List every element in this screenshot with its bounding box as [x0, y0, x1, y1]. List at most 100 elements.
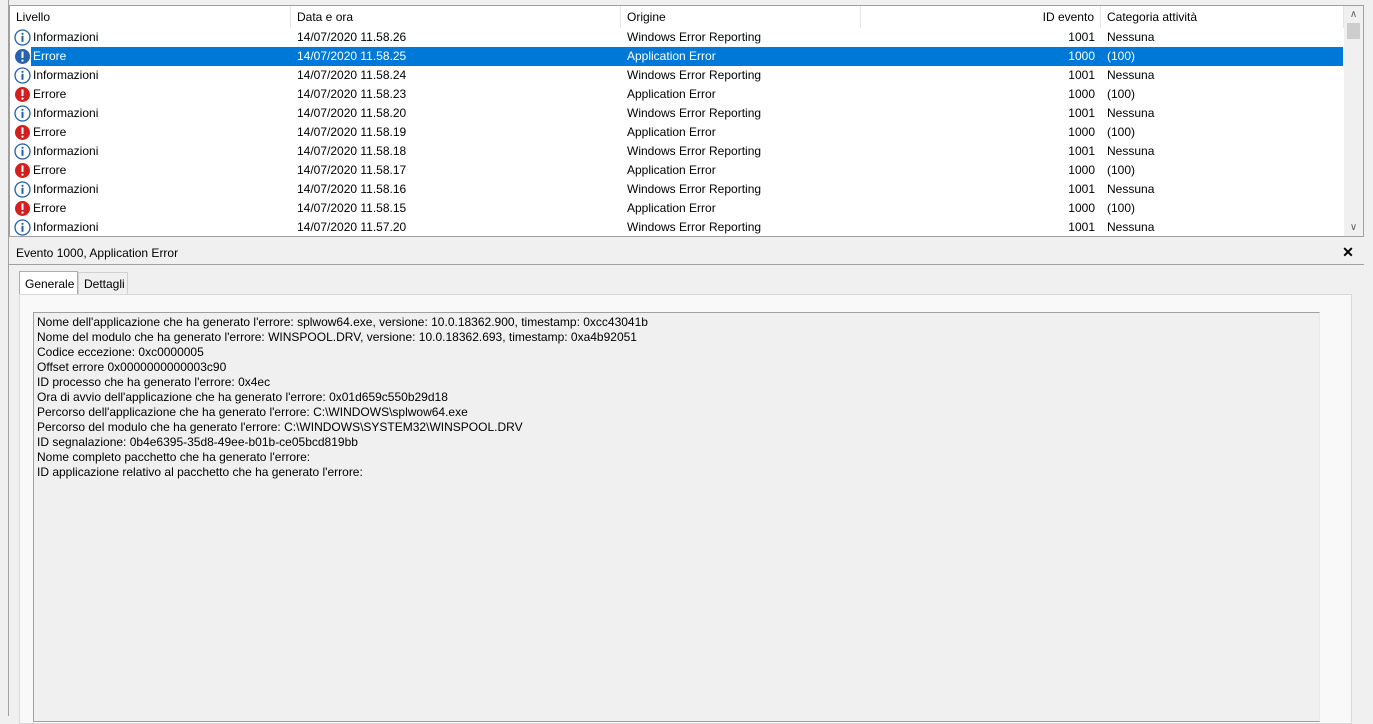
table-row[interactable]: Errore 14/07/2020 11.58.17 Application Err…	[10, 161, 1344, 180]
cell-event-id: 1001	[1068, 68, 1095, 82]
cell-level: Errore	[33, 125, 67, 139]
cell-source: Windows Error Reporting	[627, 182, 762, 196]
cell-category: Nessuna	[1107, 144, 1155, 158]
cell-category: (100)	[1107, 201, 1136, 215]
description-line: ID processo che ha generato l'errore: 0x…	[37, 375, 271, 389]
cell-category: Nessuna	[1107, 220, 1155, 234]
column-header-event-id[interactable]: ID evento	[861, 6, 1101, 28]
cell-source: Application Error	[627, 163, 716, 177]
cell-category: (100)	[1107, 49, 1136, 63]
column-header-datetime[interactable]: Data e ora	[291, 6, 621, 28]
info-icon	[14, 29, 31, 46]
cell-category: Nessuna	[1107, 68, 1155, 82]
info-icon	[14, 219, 31, 236]
cell-category: Nessuna	[1107, 30, 1155, 44]
column-header-source[interactable]: Origine	[621, 6, 861, 28]
table-row[interactable]: Errore 14/07/2020 11.58.25 Application Err…	[10, 47, 1344, 66]
cell-datetime: 14/07/2020 11.58.20	[297, 106, 407, 120]
cell-event-id: 1000	[1068, 201, 1095, 215]
cell-category: (100)	[1107, 163, 1136, 177]
cell-source: Windows Error Reporting	[627, 68, 762, 82]
cell-source: Windows Error Reporting	[627, 220, 762, 234]
error-icon	[14, 162, 31, 179]
cell-datetime: 14/07/2020 11.58.26	[297, 30, 407, 44]
cell-datetime: 14/07/2020 11.58.17	[297, 163, 407, 177]
detail-header: Evento 1000, Application Error ✕	[9, 241, 1364, 265]
cell-level: Errore	[33, 49, 67, 63]
tab-details[interactable]: Dettagli	[78, 272, 128, 294]
table-row[interactable]: Errore 14/07/2020 11.58.15 Application Err…	[10, 199, 1344, 218]
table-row[interactable]: Informazioni 14/07/2020 11.57.20 Windows E…	[10, 218, 1344, 236]
error-icon	[14, 200, 31, 217]
cell-datetime: 14/07/2020 11.58.25	[297, 49, 407, 63]
cell-event-id: 1001	[1068, 106, 1095, 120]
column-header-category[interactable]: Categoria attività	[1101, 6, 1344, 28]
info-icon	[14, 143, 31, 160]
column-header-level[interactable]: Livello	[10, 6, 291, 28]
info-icon	[14, 105, 31, 122]
cell-datetime: 14/07/2020 11.58.23	[297, 87, 407, 101]
table-row[interactable]: Informazioni 14/07/2020 11.58.20 Windows E…	[10, 104, 1344, 123]
cell-datetime: 14/07/2020 11.58.24	[297, 68, 407, 82]
description-line: Nome dell'applicazione che ha generato l…	[37, 315, 648, 329]
cell-source: Windows Error Reporting	[627, 106, 762, 120]
cell-event-id: 1000	[1068, 125, 1095, 139]
cell-source: Windows Error Reporting	[627, 144, 762, 158]
cell-datetime: 14/07/2020 11.58.16	[297, 182, 407, 196]
table-row[interactable]: Informazioni 14/07/2020 11.58.16 Windows E…	[10, 180, 1344, 199]
event-description[interactable]: Nome dell'applicazione che ha generato l…	[33, 312, 1320, 722]
close-icon[interactable]: ✕	[1340, 243, 1356, 261]
cell-source: Application Error	[627, 87, 716, 101]
cell-category: (100)	[1107, 87, 1136, 101]
table-row[interactable]: Informazioni 14/07/2020 11.58.26 Windows E…	[10, 28, 1344, 47]
tab-general[interactable]: Generale	[19, 271, 78, 294]
cell-source: Application Error	[627, 201, 716, 215]
cell-datetime: 14/07/2020 11.57.20	[297, 220, 407, 234]
description-line: Offset errore 0x0000000000003c90	[37, 360, 227, 374]
table-row[interactable]: Informazioni 14/07/2020 11.58.18 Windows E…	[10, 142, 1344, 161]
cell-level: Informazioni	[33, 68, 99, 82]
error-icon	[14, 86, 31, 103]
cell-level: Informazioni	[33, 220, 99, 234]
event-list[interactable]: Livello Data e ora Origine ID evento Cat…	[9, 5, 1364, 237]
cell-event-id: 1001	[1068, 144, 1095, 158]
list-scrollbar[interactable]: ∧ ∨	[1344, 6, 1363, 236]
error-icon	[14, 124, 31, 141]
description-line: Nome completo pacchetto che ha generato …	[37, 450, 311, 464]
description-line: Percorso dell'applicazione che ha genera…	[37, 405, 468, 419]
table-row[interactable]: Errore 14/07/2020 11.58.23 Application Err…	[10, 85, 1344, 104]
cell-datetime: 14/07/2020 11.58.19	[297, 125, 407, 139]
cell-level: Informazioni	[33, 30, 99, 44]
list-header: Livello Data e ora Origine ID evento Cat…	[10, 6, 1344, 28]
cell-event-id: 1000	[1068, 163, 1095, 177]
cell-source: Application Error	[627, 49, 716, 63]
cell-level: Errore	[33, 163, 67, 177]
info-icon	[14, 67, 31, 84]
description-line: Nome del modulo che ha generato l'errore…	[37, 330, 637, 344]
right-frame-edge	[1364, 0, 1373, 716]
cell-level: Informazioni	[33, 182, 99, 196]
scroll-down-arrow-icon[interactable]: ∨	[1344, 219, 1363, 236]
description-line: Ora di avvio dell'applicazione che ha ge…	[37, 390, 448, 404]
cell-source: Application Error	[627, 125, 716, 139]
cell-event-id: 1000	[1068, 49, 1095, 63]
cell-category: (100)	[1107, 125, 1136, 139]
cell-datetime: 14/07/2020 11.58.15	[297, 201, 407, 215]
description-line: ID applicazione relativo al pacchetto ch…	[37, 465, 363, 479]
table-row[interactable]: Informazioni 14/07/2020 11.58.24 Windows E…	[10, 66, 1344, 85]
scroll-thumb[interactable]	[1347, 23, 1360, 39]
left-frame-border	[0, 0, 9, 716]
description-line: Codice eccezione: 0xc0000005	[37, 345, 204, 359]
cell-datetime: 14/07/2020 11.58.18	[297, 144, 407, 158]
cell-level: Informazioni	[33, 106, 99, 120]
table-row[interactable]: Errore 14/07/2020 11.58.19 Application Err…	[10, 123, 1344, 142]
cell-level: Informazioni	[33, 144, 99, 158]
scroll-up-arrow-icon[interactable]: ∧	[1344, 6, 1363, 23]
error-icon	[14, 48, 31, 65]
cell-event-id: 1000	[1068, 87, 1095, 101]
description-line: Percorso del modulo che ha generato l'er…	[37, 420, 523, 434]
cell-event-id: 1001	[1068, 30, 1095, 44]
cell-source: Windows Error Reporting	[627, 30, 762, 44]
cell-level: Errore	[33, 87, 67, 101]
cell-level: Errore	[33, 201, 67, 215]
